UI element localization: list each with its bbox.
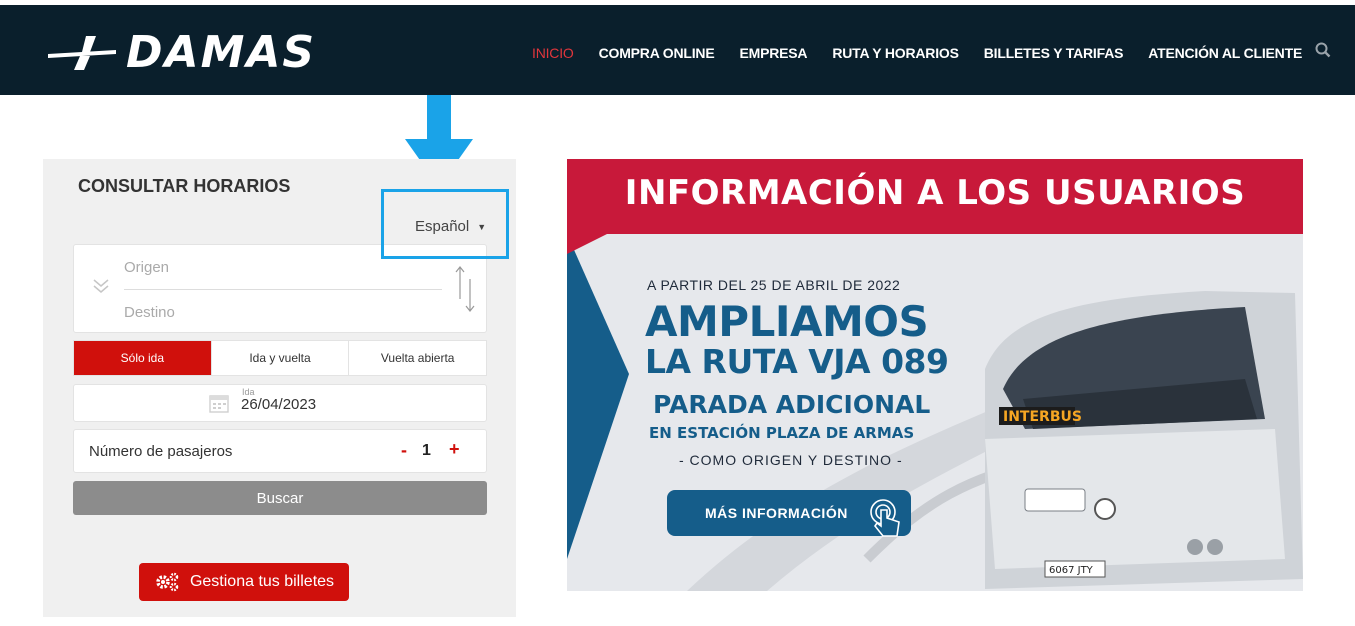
- tab-ida-vuelta[interactable]: Ida y vuelta: [212, 341, 350, 375]
- tab-vuelta-abierta[interactable]: Vuelta abierta: [349, 341, 486, 375]
- double-chevron-down-icon: [93, 279, 109, 293]
- gears-icon: [156, 572, 179, 592]
- passengers-decrease-button[interactable]: -: [397, 440, 411, 461]
- nav-empresa[interactable]: EMPRESA: [739, 45, 807, 61]
- bus-sign-text: INTERBUS: [1003, 409, 1082, 425]
- logo-text: DAMAS: [126, 26, 317, 78]
- nav-inicio[interactable]: INICIO: [532, 45, 574, 61]
- banner-headline-1: AMPLIAMOS: [645, 297, 929, 346]
- passengers-label: Número de pasajeros: [89, 443, 233, 460]
- search-button[interactable]: Buscar: [73, 481, 487, 515]
- more-info-label: MÁS INFORMACIÓN: [705, 505, 848, 521]
- calendar-icon: [209, 395, 229, 413]
- swap-arrows-icon[interactable]: [454, 265, 476, 313]
- search-icon[interactable]: [1315, 42, 1331, 63]
- info-banner[interactable]: INFORMACIÓN A LOS USUARIOS A PARTIR DEL …: [567, 159, 1303, 591]
- banner-date-text: A PARTIR DEL 25 DE ABRIL DE 2022: [647, 277, 901, 293]
- banner-subtitle-2: EN ESTACIÓN PLAZA DE ARMAS: [649, 424, 915, 442]
- date-value: 26/04/2023: [241, 396, 317, 413]
- nav-billetes-tarifas[interactable]: BILLETES Y TARIFAS: [984, 45, 1124, 61]
- passengers-value: 1: [422, 442, 431, 459]
- banner-subtitle-1: PARADA ADICIONAL: [653, 390, 931, 419]
- passengers-field: Número de pasajeros - 1 +: [73, 429, 487, 473]
- plane-logo-icon: [48, 36, 116, 70]
- origin-input[interactable]: Origen: [124, 259, 169, 276]
- damas-logo[interactable]: DAMAS: [46, 26, 317, 78]
- panel-title: CONSULTAR HORARIOS: [78, 176, 291, 196]
- bus-plate-text: 6067 JTY: [1049, 565, 1094, 576]
- nav-ruta-horarios[interactable]: RUTA Y HORARIOS: [832, 45, 959, 61]
- more-info-button[interactable]: MÁS INFORMACIÓN: [667, 490, 911, 537]
- site-header: DAMAS INICIO COMPRA ONLINE EMPRESA RUTA …: [0, 5, 1355, 95]
- manage-tickets-button[interactable]: Gestiona tus billetes: [139, 563, 349, 601]
- manage-tickets-label: Gestiona tus billetes: [189, 573, 335, 590]
- main-nav: INICIO COMPRA ONLINE EMPRESA RUTA Y HORA…: [532, 42, 1331, 63]
- nav-atencion-cliente[interactable]: ATENCIÓN AL CLIENTE: [1148, 45, 1302, 61]
- language-highlight-annotation: [381, 189, 509, 259]
- banner-headline-2: LA RUTA VJA 089: [645, 342, 949, 381]
- route-divider: [124, 289, 442, 290]
- tab-solo-ida[interactable]: Sólo ida: [74, 341, 212, 375]
- passengers-increase-button[interactable]: +: [449, 439, 460, 460]
- hand-pointer-icon: [870, 499, 900, 537]
- trip-type-tabs: Sólo ida Ida y vuelta Vuelta abierta: [73, 340, 487, 376]
- banner-title: INFORMACIÓN A LOS USUARIOS: [624, 173, 1246, 213]
- destination-input[interactable]: Destino: [124, 304, 175, 321]
- banner-subtitle-3: - COMO ORIGEN Y DESTINO -: [679, 452, 903, 468]
- nav-compra-online[interactable]: COMPRA ONLINE: [599, 45, 715, 61]
- date-picker[interactable]: Ida 26/04/2023: [73, 384, 487, 422]
- bus-image-icon: INTERBUS 6067 JTY: [985, 291, 1303, 589]
